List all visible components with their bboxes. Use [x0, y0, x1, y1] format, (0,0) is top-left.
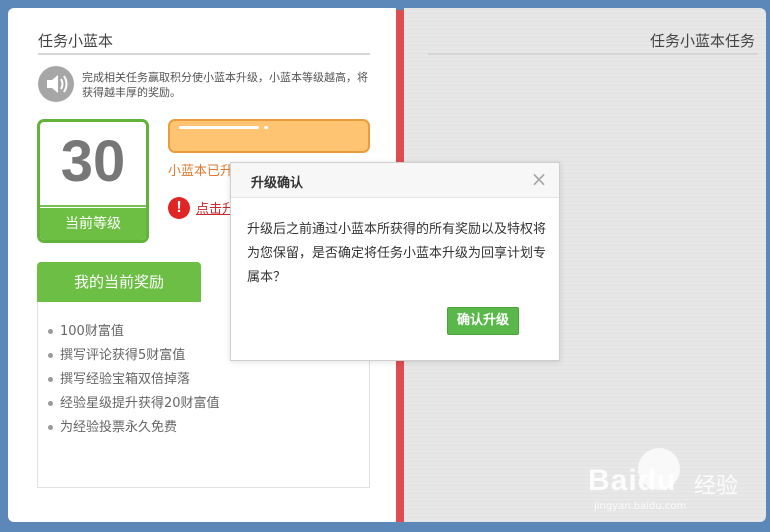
level-status-text: 小蓝本已升 [168, 164, 234, 179]
close-icon[interactable]: × [529, 169, 549, 189]
dialog-header: 升级确认 × [231, 163, 559, 198]
level-card: 30 当前等级 [37, 119, 149, 243]
upgrade-confirm-dialog: 升级确认 × 升级后之前通过小蓝本所获得的所有奖励以及特权将为您保留，是否确定将… [230, 162, 560, 361]
list-item: 撰写经验宝箱双倍掉落 [48, 368, 228, 392]
list-item: 100财富值 [48, 320, 228, 344]
progress-highlight-dot [264, 126, 268, 129]
level-label: 当前等级 [40, 208, 146, 240]
confirm-upgrade-button[interactable]: 确认升级 [447, 307, 519, 335]
speaker-icon [38, 66, 74, 102]
watermark-url: jingyan.baidu.com [594, 501, 687, 512]
watermark-brand-cn: 经验 [694, 474, 739, 499]
list-item: 撰写评论获得5财富值 [48, 344, 228, 368]
tab-current-rewards[interactable]: 我的当前奖励 [37, 262, 201, 302]
watermark-brand: Baidu [588, 464, 677, 497]
exclamation-icon: ! [168, 197, 190, 219]
progress-highlight [179, 126, 259, 129]
left-title-divider [38, 53, 370, 55]
list-item: 经验星级提升获得20财富值 [48, 392, 228, 416]
intro-text: 完成相关任务赢取积分使小蓝本升级，小蓝本等级越高，将获得越丰厚的奖励。 [82, 71, 368, 99]
right-page-title: 任务小蓝本任务 [650, 32, 756, 50]
level-value: 30 [60, 129, 126, 194]
right-title-divider [428, 53, 758, 55]
dialog-title: 升级确认 [251, 176, 304, 191]
baidu-watermark: Baidu 经验 jingyan.baidu.com [588, 446, 766, 516]
upgrade-progress-bar[interactable] [168, 119, 370, 153]
list-item: 为经验投票永久免费 [48, 416, 228, 440]
rewards-list: 100财富值 撰写评论获得5财富值 撰写经验宝箱双倍掉落 经验星级提升获得20财… [48, 320, 228, 440]
dialog-message: 升级后之前通过小蓝本所获得的所有奖励以及特权将为您保留，是否确定将任务小蓝本升级… [247, 222, 547, 285]
left-page-title: 任务小蓝本 [38, 32, 114, 50]
